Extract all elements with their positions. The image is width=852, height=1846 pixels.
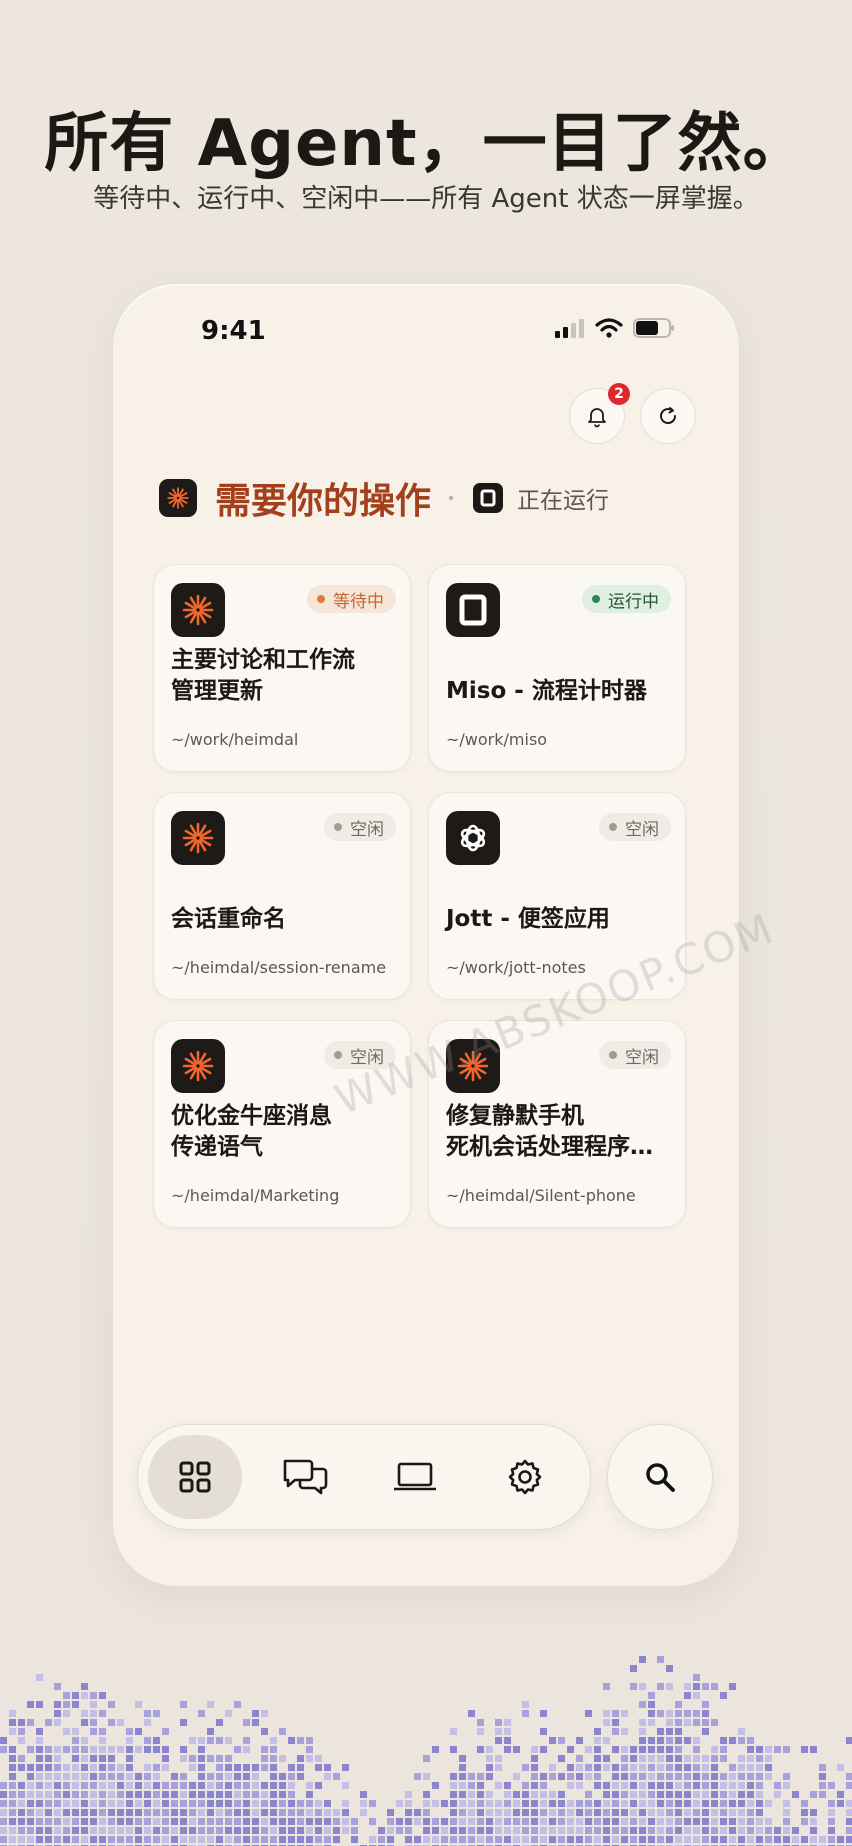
status-badge: 空闲	[599, 1041, 671, 1069]
bottom-nav	[137, 1424, 591, 1530]
status-dot	[592, 595, 600, 603]
tab-needs-action[interactable]: 需要你的操作	[215, 472, 431, 524]
phone-frame: 9:41 2 需要你的操作 正在运行 等待中 主要讨论和工作流 管理更新 ~/w…	[113, 284, 781, 1586]
pixel-pattern-decoration	[0, 1656, 852, 1846]
openai-knot-icon	[446, 811, 500, 865]
nav-settings[interactable]	[478, 1435, 572, 1519]
status-badge: 等待中	[307, 585, 396, 613]
agent-title: Jott - 便签应用	[446, 906, 610, 932]
agent-path: ~/heimdal/Silent-phone	[446, 1186, 636, 1205]
agent-card[interactable]: 运行中 Miso - 流程计时器 ~/work/miso	[428, 564, 686, 772]
agent-path: ~/heimdal/Marketing	[171, 1186, 340, 1205]
box-icon	[473, 483, 504, 513]
tab-running[interactable]: 正在运行	[517, 481, 609, 515]
page-subtitle: 等待中、运行中、空闲中——所有 Agent 状态一屏掌握。	[93, 184, 759, 214]
laptop-icon	[394, 1462, 436, 1491]
search-button[interactable]	[607, 1424, 713, 1530]
grid-icon	[179, 1461, 211, 1493]
status-dot	[334, 823, 342, 831]
sunburst-icon	[171, 583, 225, 637]
wifi-icon	[595, 318, 623, 338]
nav-chat[interactable]	[258, 1435, 352, 1519]
agent-title: 会话重命名	[171, 906, 286, 932]
refresh-button[interactable]	[640, 388, 696, 444]
agent-card[interactable]: 空闲 优化金牛座消息 传递语气 ~/heimdal/Marketing	[153, 1020, 411, 1228]
status-time: 9:41	[201, 316, 266, 346]
agent-path: ~/work/heimdal	[171, 730, 299, 749]
battery-icon	[633, 318, 674, 338]
agent-title: Miso - 流程计时器	[446, 678, 647, 704]
status-label: 等待中	[333, 591, 384, 612]
status-label: 空闲	[625, 819, 659, 840]
box-icon	[446, 583, 500, 637]
chat-icon	[283, 1459, 328, 1495]
status-label: 空闲	[625, 1047, 659, 1068]
signal-icon	[555, 319, 584, 338]
status-badge: 空闲	[599, 813, 671, 841]
nav-grid[interactable]	[148, 1435, 242, 1519]
agent-card[interactable]: 空闲 会话重命名 ~/heimdal/session-rename	[153, 792, 411, 1000]
tab-separator	[449, 496, 454, 500]
agent-title: 修复静默手机 死机会话处理程序…	[446, 1103, 653, 1160]
page-headline: 所有 Agent，一目了然。	[44, 107, 808, 181]
sunburst-icon	[171, 1039, 225, 1093]
agent-card-grid: 等待中 主要讨论和工作流 管理更新 ~/work/heimdal 运行中 Mis…	[153, 564, 699, 1228]
status-dot	[334, 1051, 342, 1059]
refresh-icon	[660, 407, 677, 425]
status-badge: 空闲	[324, 813, 396, 841]
agent-path: ~/heimdal/session-rename	[171, 958, 387, 977]
section-tabs: 需要你的操作 正在运行	[159, 472, 609, 524]
status-dot	[317, 595, 325, 603]
nav-computer[interactable]	[368, 1435, 462, 1519]
notification-count-badge: 2	[608, 383, 630, 405]
bell-icon	[588, 408, 606, 428]
settings-icon	[508, 1459, 542, 1495]
notifications-button[interactable]: 2	[569, 383, 630, 444]
agent-path: ~/work/miso	[446, 730, 548, 749]
status-dot	[609, 1051, 617, 1059]
status-icons	[555, 318, 675, 338]
status-label: 空闲	[350, 819, 384, 840]
sunburst-icon	[171, 811, 225, 865]
agent-title: 主要讨论和工作流 管理更新	[171, 647, 355, 704]
status-dot	[609, 823, 617, 831]
agent-card[interactable]: 等待中 主要讨论和工作流 管理更新 ~/work/heimdal	[153, 564, 411, 772]
search-icon	[646, 1463, 675, 1492]
status-label: 运行中	[608, 591, 659, 612]
status-badge: 运行中	[582, 585, 671, 613]
sunburst-icon	[159, 479, 197, 517]
